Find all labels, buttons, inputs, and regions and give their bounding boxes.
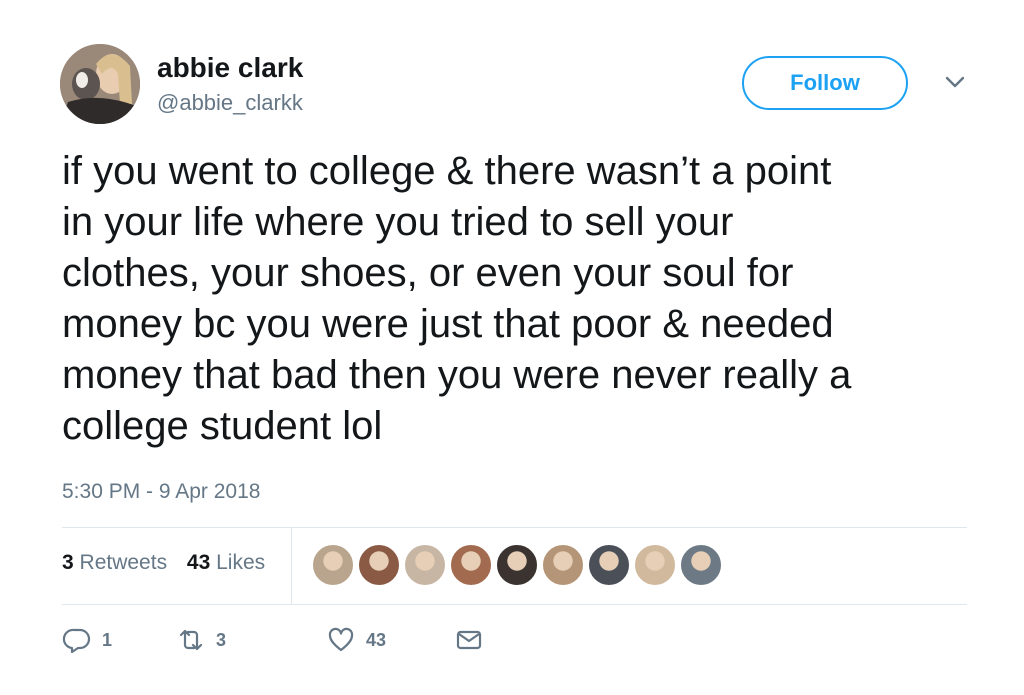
liker-avatar[interactable] [311, 543, 355, 587]
tweet-text-line: clothes, your shoes, or even your soul f… [62, 251, 794, 295]
envelope-icon [456, 630, 482, 650]
follow-button[interactable]: Follow [742, 56, 908, 110]
like-count: 43 [366, 629, 387, 650]
liker-avatar[interactable] [495, 543, 539, 587]
tweet-text: if you went to college & there wasn’t a … [62, 146, 962, 452]
divider-top [62, 527, 967, 528]
tweet-card: abbie clark @abbie_clarkk Follow if you … [0, 0, 1024, 695]
retweets-stat[interactable]: 3 Retweets [62, 551, 167, 575]
liker-avatar[interactable] [679, 543, 723, 587]
liker-avatar[interactable] [403, 543, 447, 587]
divider-bottom [62, 604, 967, 605]
avatar[interactable] [60, 44, 140, 124]
retweets-label: Retweets [79, 551, 168, 574]
liker-avatar[interactable] [449, 543, 493, 587]
likes-stat[interactable]: 43 Likes [187, 551, 265, 575]
like-button[interactable]: 43 [326, 622, 386, 658]
reply-button[interactable]: 1 [62, 622, 112, 658]
avatar-photo-icon [60, 44, 140, 124]
tweet-timestamp[interactable]: 5:30 PM - 9 Apr 2018 [62, 480, 260, 504]
direct-message-button[interactable] [454, 622, 484, 658]
retweet-button[interactable]: 3 [176, 622, 226, 658]
retweet-count: 3 [216, 629, 227, 650]
retweet-icon [179, 629, 203, 651]
liker-avatar[interactable] [541, 543, 585, 587]
tweet-text-line: money that bad then you were never reall… [62, 353, 852, 397]
reply-count: 1 [102, 629, 113, 650]
likes-count: 43 [186, 551, 211, 574]
reply-icon [62, 628, 91, 654]
liker-avatar[interactable] [587, 543, 631, 587]
liker-avatar[interactable] [633, 543, 677, 587]
tweet-text-line: money bc you were just that poor & neede… [62, 302, 834, 346]
likes-label: Likes [216, 551, 266, 574]
retweets-count: 3 [62, 551, 74, 574]
stats-divider [291, 528, 292, 604]
chevron-down-icon[interactable] [941, 72, 969, 92]
heart-icon [328, 627, 354, 652]
author-display-name[interactable]: abbie clark [157, 52, 303, 84]
tweet-text-line: in your life where you tried to sell you… [62, 200, 734, 244]
tweet-text-line: college student lol [62, 404, 383, 448]
engagement-stats: 3 Retweets 43 Likes [62, 551, 279, 575]
author-username[interactable]: @abbie_clarkk [157, 90, 303, 116]
liker-avatar[interactable] [357, 543, 401, 587]
liker-avatars [311, 543, 725, 587]
tweet-text-line: if you went to college & there wasn’t a … [62, 149, 832, 193]
